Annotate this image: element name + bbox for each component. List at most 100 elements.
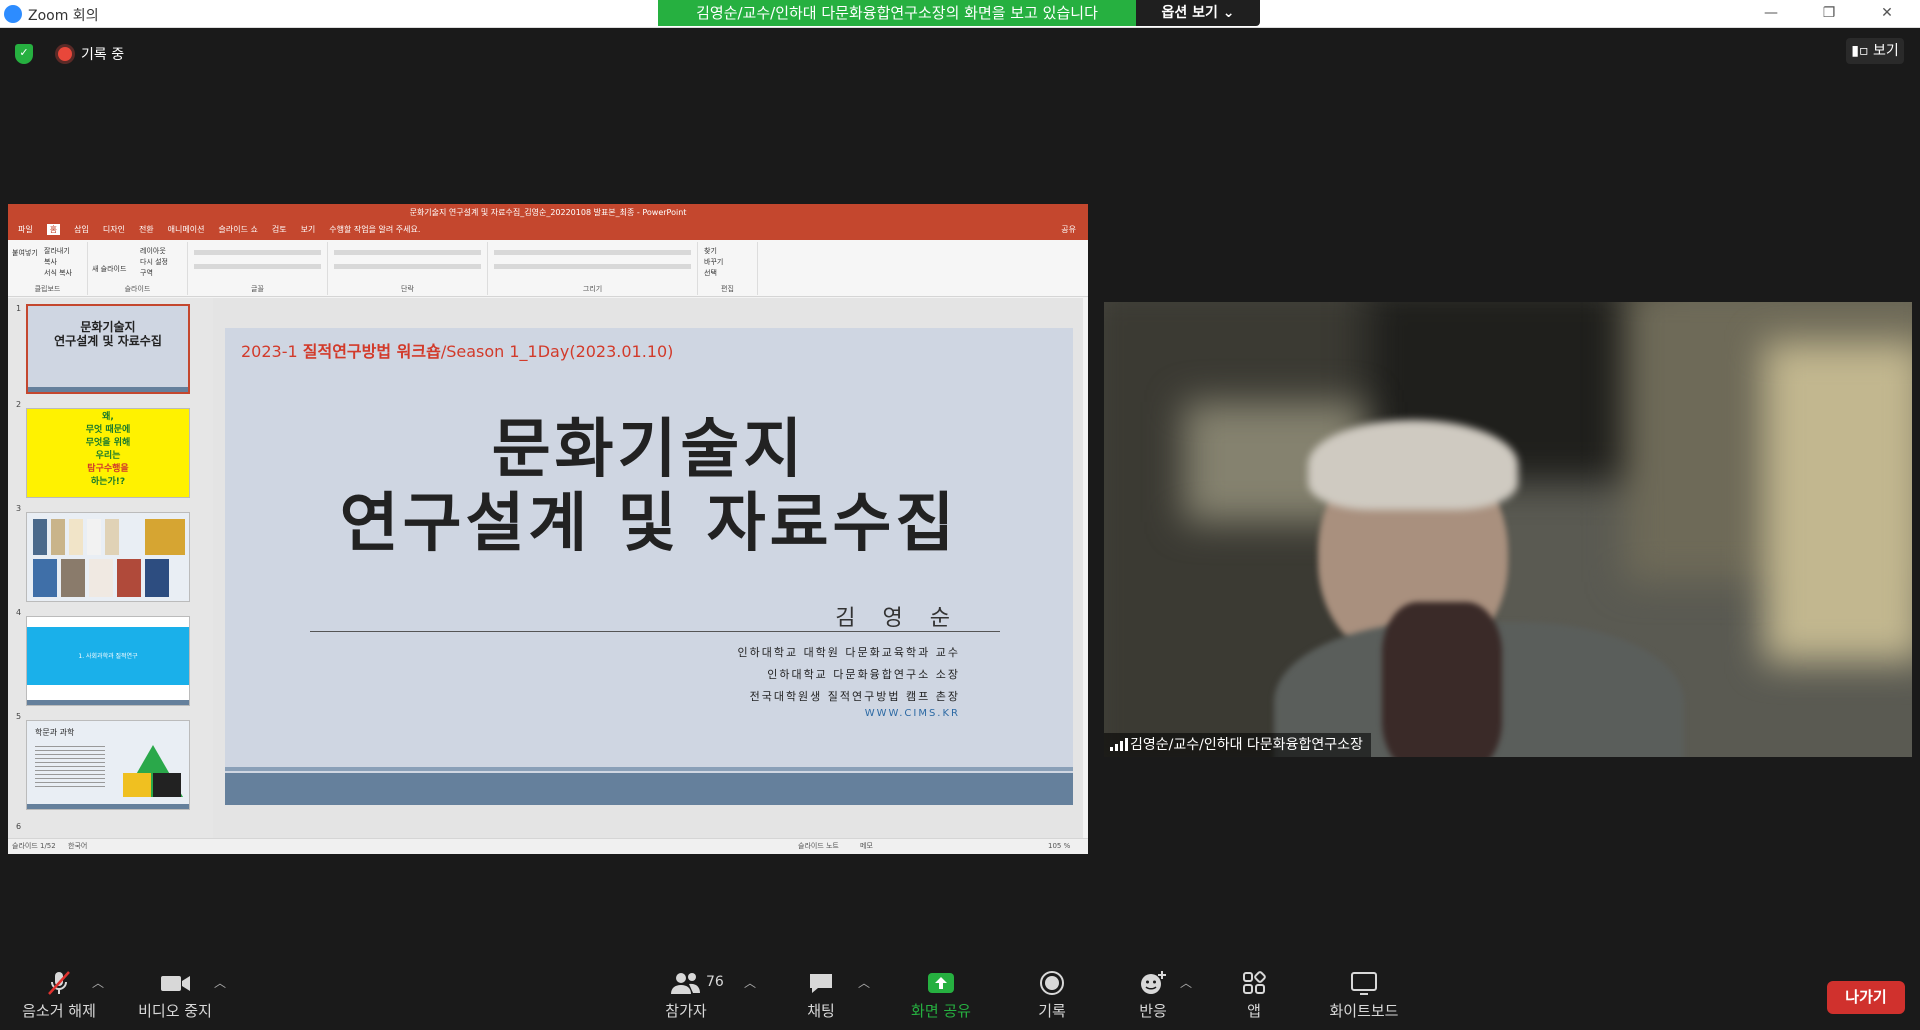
security-shield-icon[interactable]: ✓ bbox=[15, 44, 33, 64]
close-button[interactable]: ✕ bbox=[1872, 3, 1902, 23]
reactions-button[interactable]: 반응 bbox=[1128, 968, 1178, 1028]
slide-author: 김 영 순 bbox=[835, 606, 960, 631]
view-button[interactable]: ▮▫ 보기 bbox=[1846, 38, 1904, 64]
current-slide[interactable]: 2023-1 질적연구방법 워크숍/Season 1_1Day(2023.01.… bbox=[225, 328, 1073, 805]
chat-options-chevron-icon[interactable]: ︿ bbox=[858, 974, 870, 991]
chat-label: 채팅 bbox=[807, 1002, 835, 1020]
stop-video-button[interactable]: 비디오 중지 bbox=[130, 968, 220, 1028]
minimize-button[interactable]: — bbox=[1756, 3, 1786, 23]
ribbon-group-label: 글꼴 bbox=[251, 285, 264, 293]
ppt-ribbon: 붙여넣기 잘라내기 복사 서식 복사 클립보드 새 슬라이드 레이아웃 다시 설… bbox=[8, 240, 1088, 297]
slide-footer-line bbox=[225, 767, 1073, 771]
slide-affiliation-2: 인하대학교 다문화융합연구소 소장 bbox=[767, 668, 960, 681]
smiley-plus-icon bbox=[1128, 968, 1178, 998]
chat-bubble-icon bbox=[796, 968, 846, 998]
book-cover bbox=[145, 559, 169, 597]
ppt-status-bar: 슬라이드 1/52 한국어 슬라이드 노트 메모 105 % bbox=[8, 838, 1088, 854]
ppt-window-title: 문화기술지 연구설계 및 자료수집_김영순_20220108 발표본_최종 - … bbox=[409, 208, 687, 217]
ppt-menu-review[interactable]: 검토 bbox=[272, 224, 287, 235]
thumb5-footer bbox=[27, 804, 189, 809]
chat-button[interactable]: 채팅 bbox=[796, 968, 846, 1028]
paragraph-row-2[interactable] bbox=[334, 264, 481, 269]
ppt-menu-bar: 파일 홈 삽입 디자인 전환 애니메이션 슬라이드 쇼 검토 보기 수행할 작업… bbox=[18, 224, 420, 235]
slide-thumb-1[interactable]: 문화기술지 연구설계 및 자료수집 bbox=[26, 304, 190, 394]
video-camera-icon bbox=[130, 968, 220, 998]
paragraph-row-1[interactable] bbox=[334, 250, 481, 255]
unmute-button[interactable]: 음소거 해제 bbox=[14, 968, 104, 1028]
ppt-menu-insert[interactable]: 삽입 bbox=[74, 224, 89, 235]
audio-options-chevron-icon[interactable]: ︿ bbox=[92, 974, 104, 991]
restore-button[interactable]: ❐ bbox=[1814, 3, 1844, 23]
ribbon-cut[interactable]: 잘라내기 bbox=[44, 246, 70, 256]
slide-thumbnail-pane[interactable]: 1 문화기술지 연구설계 및 자료수집 2 왜, 무엇 때문에 무엇을 위해 우리… bbox=[8, 298, 213, 838]
recording-status: 기록 중 bbox=[81, 47, 125, 63]
ribbon-find[interactable]: 찾기 bbox=[704, 246, 717, 256]
ppt-menu-design[interactable]: 디자인 bbox=[103, 224, 125, 235]
slide-thumb-3[interactable] bbox=[26, 512, 190, 602]
window-titlebar: Zoom 회의 김영순/교수/인하대 다문화융합연구소장의 화면을 보고 있습니… bbox=[0, 0, 1920, 28]
view-options-button[interactable]: 옵션 보기 ⌄ bbox=[1136, 0, 1260, 26]
slide-editor[interactable]: 2023-1 질적연구방법 워크숍/Season 1_1Day(2023.01.… bbox=[213, 298, 1083, 838]
thumb1-title: 문화기술지 연구설계 및 자료수집 bbox=[54, 320, 162, 348]
shapes-gallery[interactable] bbox=[494, 250, 691, 255]
share-screen-label: 화면 공유 bbox=[911, 1002, 971, 1020]
ribbon-format-painter[interactable]: 서식 복사 bbox=[44, 268, 72, 278]
slide-title-line1: 문화기술지 bbox=[491, 413, 807, 487]
video-options-chevron-icon[interactable]: ︿ bbox=[214, 974, 226, 991]
record-button[interactable]: 기록 bbox=[1026, 968, 1078, 1028]
ribbon-reset[interactable]: 다시 설정 bbox=[140, 257, 168, 267]
book-cover bbox=[61, 559, 85, 597]
ppt-menu-view[interactable]: 보기 bbox=[301, 224, 316, 235]
status-zoom[interactable]: 105 % bbox=[1048, 839, 1070, 853]
ribbon-group-label: 그리기 bbox=[582, 285, 603, 293]
slide-thumb-2[interactable]: 왜, 무엇 때문에 무엇을 위해 우리는 탐구수행을 하는가!? bbox=[26, 408, 190, 498]
ribbon-group-slides: 새 슬라이드 레이아웃 다시 설정 구역 슬라이드 bbox=[88, 242, 188, 295]
thumb-number: 1 bbox=[16, 304, 22, 313]
screen-share-banner: 김영순/교수/인하대 다문화융합연구소장의 화면을 보고 있습니다 bbox=[658, 0, 1136, 26]
status-notes[interactable]: 슬라이드 노트 bbox=[798, 839, 839, 853]
leave-button[interactable]: 나가기 bbox=[1827, 981, 1905, 1014]
thumb4-footer bbox=[27, 700, 189, 705]
ribbon-new-slide[interactable]: 새 슬라이드 bbox=[92, 264, 126, 274]
ribbon-copy[interactable]: 복사 bbox=[44, 257, 57, 267]
share-screen-button[interactable]: 화면 공유 bbox=[904, 968, 978, 1028]
ribbon-paste[interactable]: 붙여넣기 bbox=[12, 248, 38, 258]
ribbon-group-editing: 찾기 바꾸기 선택 편집 bbox=[698, 242, 758, 295]
whiteboard-button[interactable]: 화이트보드 bbox=[1326, 968, 1402, 1028]
book-cover bbox=[117, 559, 141, 597]
ppt-menu-home[interactable]: 홈 bbox=[46, 224, 61, 235]
slide-thumb-5[interactable]: 학문과 과학 bbox=[26, 720, 190, 810]
ppt-menu-file[interactable]: 파일 bbox=[18, 224, 33, 235]
apps-icon bbox=[1236, 968, 1272, 998]
thumb2-text: 왜, 무엇 때문에 무엇을 위해 우리는 탐구수행을 하는가!? bbox=[85, 412, 131, 487]
ribbon-layout[interactable]: 레이아웃 bbox=[140, 246, 166, 256]
ppt-menu-animations[interactable]: 애니메이션 bbox=[168, 224, 205, 235]
video-background bbox=[1764, 342, 1912, 662]
thumb4-text: 1. 사회과학과 질적연구 bbox=[78, 653, 138, 660]
ribbon-section[interactable]: 구역 bbox=[140, 268, 153, 278]
participants-options-chevron-icon[interactable]: ︿ bbox=[744, 974, 756, 991]
participant-video-tile[interactable]: 김영순/교수/인하대 다문화융합연구소장 bbox=[1104, 302, 1912, 757]
status-language[interactable]: 한국어 bbox=[68, 839, 87, 853]
shape-styles[interactable] bbox=[494, 264, 691, 269]
ribbon-select[interactable]: 선택 bbox=[704, 268, 717, 278]
record-icon bbox=[1026, 968, 1078, 998]
thumb-number: 4 bbox=[16, 608, 22, 617]
ribbon-replace[interactable]: 바꾸기 bbox=[704, 257, 723, 267]
thumb5-title: 학문과 과학 bbox=[35, 728, 75, 737]
ppt-share-button[interactable]: 공유 bbox=[1061, 224, 1076, 235]
status-slide-count: 슬라이드 1/52 bbox=[12, 842, 56, 850]
slide-title: 문화기술지 연구설계 및 자료수집 bbox=[225, 413, 1073, 561]
reactions-options-chevron-icon[interactable]: ︿ bbox=[1180, 974, 1192, 991]
thumb5-pyramid-left bbox=[123, 773, 151, 797]
book-cover bbox=[33, 519, 47, 555]
slide-thumb-4[interactable]: 1. 사회과학과 질적연구 bbox=[26, 616, 190, 706]
font-name-box[interactable] bbox=[194, 250, 321, 255]
apps-button[interactable]: 앱 bbox=[1236, 968, 1272, 1028]
font-style-row[interactable] bbox=[194, 264, 321, 269]
status-comments[interactable]: 메모 bbox=[860, 839, 873, 853]
ppt-menu-slideshow[interactable]: 슬라이드 쇼 bbox=[218, 224, 257, 235]
ppt-menu-transitions[interactable]: 전환 bbox=[139, 224, 154, 235]
shared-screen-powerpoint[interactable]: 문화기술지 연구설계 및 자료수집_김영순_20220108 발표본_최종 - … bbox=[8, 204, 1088, 854]
ppt-tell-me[interactable]: 수행할 작업을 알려 주세요. bbox=[329, 224, 420, 235]
